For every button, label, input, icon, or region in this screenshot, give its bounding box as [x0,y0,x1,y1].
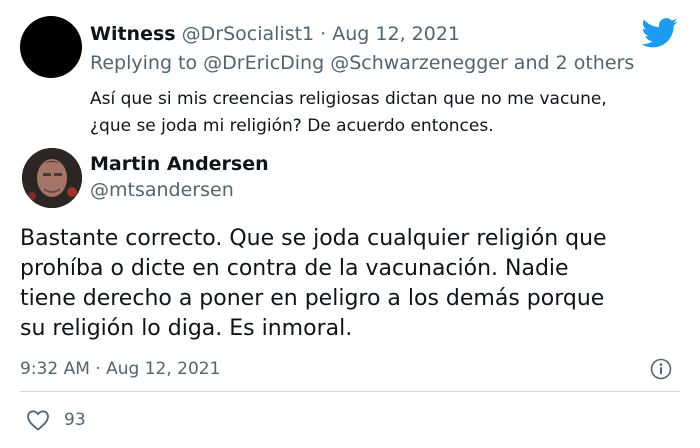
reply-text-line: ¿que se joda mi religión? De acuerdo ent… [90,116,494,136]
tweet-card: Witness @DrSocialist1 · Aug 12, 2021 Rep… [0,0,700,448]
author-handle[interactable]: @mtsandersen [90,178,234,202]
like-count[interactable]: 93 [64,409,86,431]
tweet-text-line: tiene derecho a poner en peligro a los d… [20,286,605,311]
tweet-text-line: su religión lo diga. Es inmoral. [20,316,353,341]
reply-tweet-text: Así que si mis creencias religiosas dict… [90,86,680,140]
divider [20,391,680,392]
replying-to-line: Replying to @DrEricDing @Schwarzenegger … [90,51,634,75]
author-avatar[interactable] [22,148,82,208]
reply-author-handle[interactable]: @DrSocialist1 [182,23,315,45]
tweet-text-line: prohíba o dicte en contra de la vacunaci… [20,256,569,281]
tweet-timestamp[interactable]: 9:32 AM · Aug 12, 2021 [20,358,220,380]
tweet-date[interactable]: Aug 12, 2021 [106,359,220,379]
replying-suffix[interactable]: and 2 others [508,52,634,74]
reply-text-line: Así que si mis creencias religiosas dict… [90,89,607,109]
tweet-text-line: Bastante correcto. Que se joda cualquier… [20,226,607,251]
author-name[interactable]: Martin Andersen [90,152,269,176]
info-icon[interactable] [650,358,672,380]
reply-author-avatar[interactable] [20,16,82,78]
replying-to-mention-2[interactable]: @Schwarzenegger [330,52,508,74]
tweet-time[interactable]: 9:32 AM [20,359,90,379]
replying-to-mention-1[interactable]: @DrEricDing [203,52,324,74]
reply-date[interactable]: Aug 12, 2021 [332,23,460,45]
reply-author-name[interactable]: Witness [90,23,176,45]
timestamp-separator: · [89,359,107,379]
tweet-text: Bastante correcto. Que se joda cualquier… [20,224,690,344]
heart-icon[interactable] [26,409,50,431]
author-avatar-photo [22,148,82,208]
twitter-bird-icon[interactable] [642,18,678,48]
reply-header: Witness @DrSocialist1 · Aug 12, 2021 [90,22,460,46]
reply-date-separator: · [314,23,333,45]
replying-prefix: Replying to [90,52,204,74]
